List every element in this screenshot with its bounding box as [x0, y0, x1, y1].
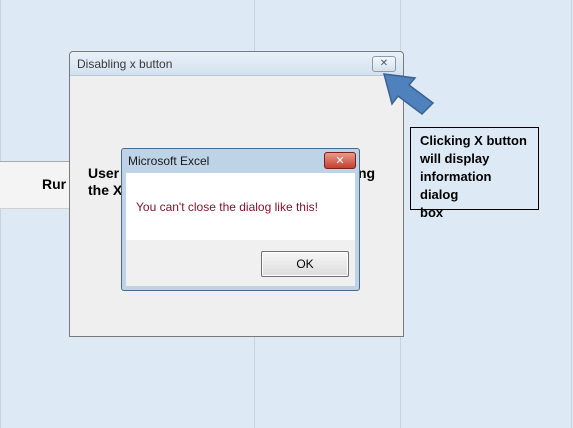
- message-box-body: You can't close the dialog like this! OK: [126, 173, 355, 286]
- message-box-titlebar[interactable]: Microsoft Excel ✕: [122, 149, 359, 172]
- userform-close-icon[interactable]: ✕: [372, 56, 396, 72]
- ok-button[interactable]: OK: [261, 251, 349, 277]
- userform-titlebar[interactable]: Disabling x button ✕: [70, 52, 403, 76]
- message-text: You can't close the dialog like this!: [136, 200, 318, 214]
- userform-label-line1: User: [88, 165, 120, 181]
- userform-label-tail: ng: [358, 165, 376, 181]
- userform-title: Disabling x button: [77, 57, 173, 71]
- userform-label-line2: the X: [88, 182, 123, 198]
- userform-label: User the X: [88, 165, 122, 199]
- arrow-pointer-icon: [383, 73, 435, 115]
- sheet-button-text: Rur: [42, 176, 67, 192]
- message-area: You can't close the dialog like this!: [126, 173, 355, 240]
- message-box-title: Microsoft Excel: [128, 154, 210, 168]
- message-box: Microsoft Excel ✕ You can't close the di…: [121, 148, 360, 291]
- callout-text: Clicking X button will display informati…: [410, 127, 539, 220]
- message-box-close-icon[interactable]: ✕: [324, 152, 356, 169]
